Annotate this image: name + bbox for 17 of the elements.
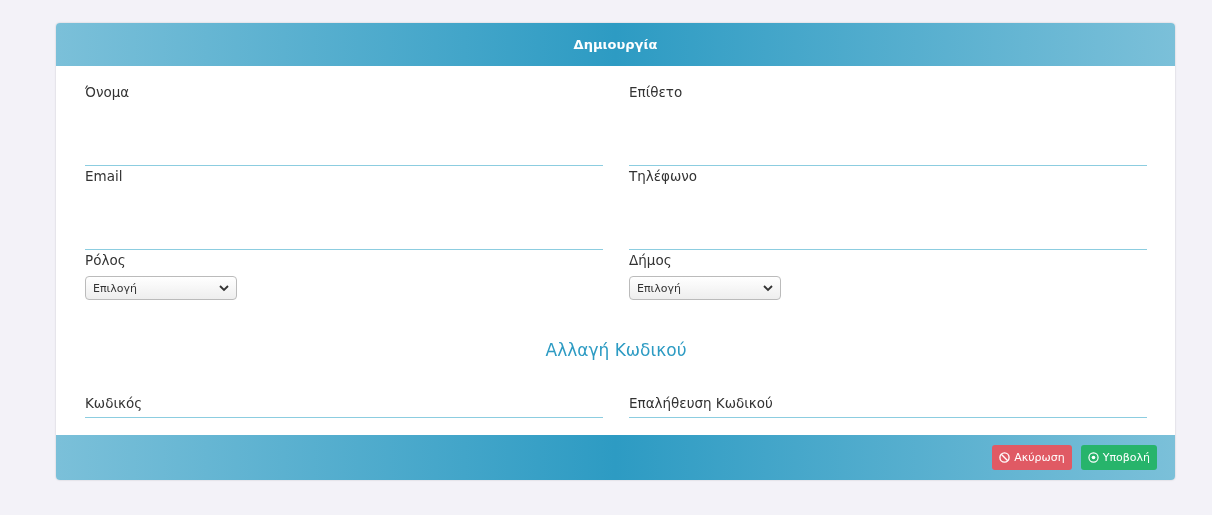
field-label: Τηλέφωνο [629, 168, 698, 184]
password-field[interactable]: Κωδικός [85, 388, 603, 418]
chevron-icon [763, 284, 773, 292]
field-label: Email [85, 168, 123, 184]
chevron-icon [219, 284, 229, 292]
cancel-button[interactable]: Ακύρωση [992, 445, 1072, 470]
select-dropdown[interactable]: Επιλογή [629, 276, 781, 300]
password-field[interactable]: Επαλήθευση Κωδικού [629, 388, 1147, 418]
field-label: Επίθετο [629, 84, 683, 100]
ban-icon [999, 452, 1011, 463]
dot-circle-icon [1087, 452, 1099, 463]
field-label: Ρόλος [85, 252, 126, 268]
field-label: Δήμος [629, 252, 672, 268]
form-title: Δημιουργία [573, 37, 658, 52]
select-dropdown[interactable]: Επιλογή [85, 276, 237, 300]
field-label: Όνομα [85, 84, 130, 100]
section-title: Αλλαγή Κωδικού [545, 340, 687, 360]
